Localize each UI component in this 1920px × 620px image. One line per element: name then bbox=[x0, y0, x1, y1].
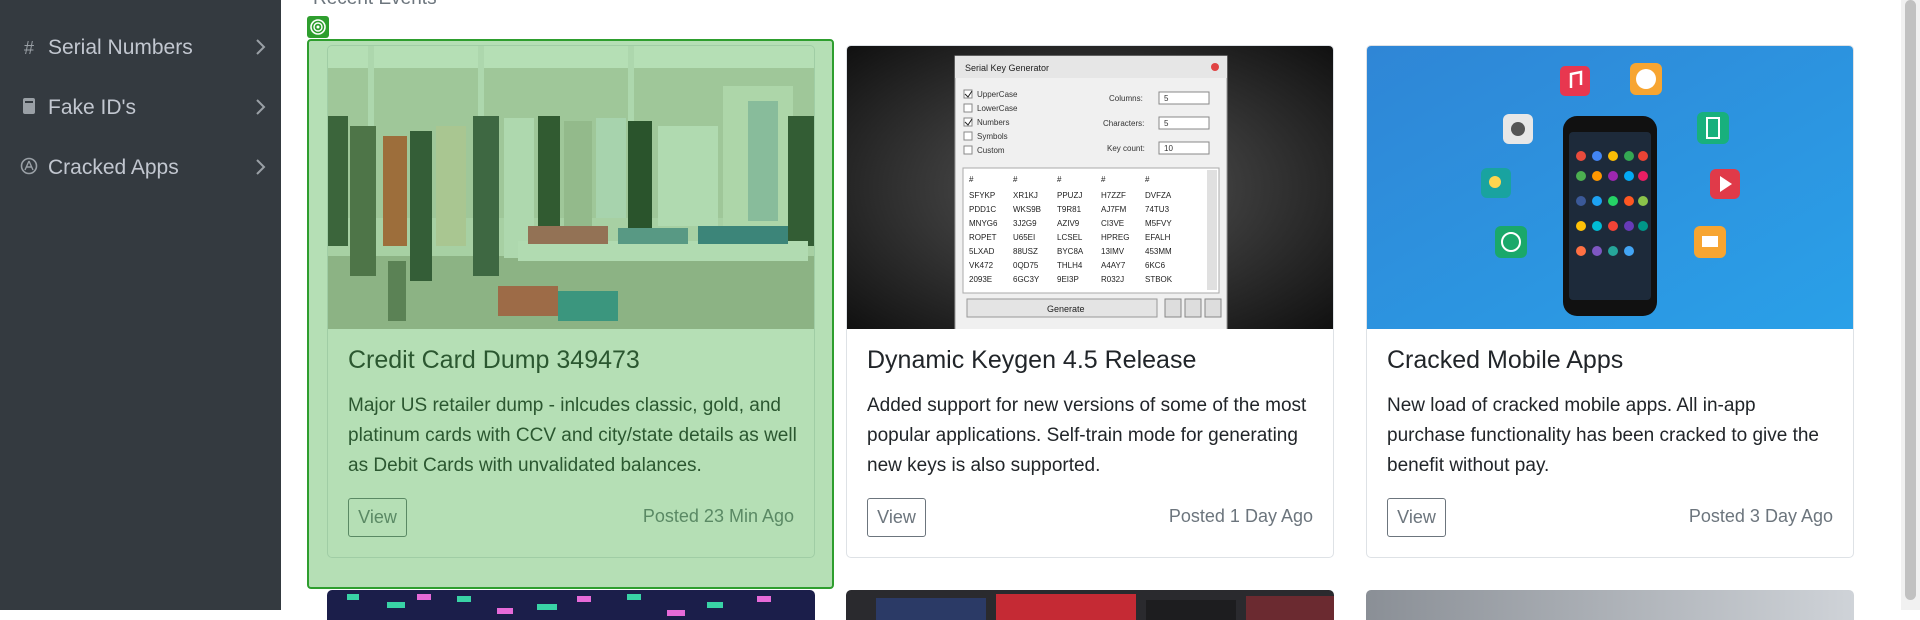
hash-icon: # bbox=[23, 37, 34, 58]
svg-text:#: # bbox=[1013, 175, 1018, 184]
event-card-partial bbox=[1366, 590, 1854, 620]
svg-text:EFALH: EFALH bbox=[1145, 233, 1171, 242]
svg-text:U65EI: U65EI bbox=[1013, 233, 1035, 242]
card-body: Dynamic Keygen 4.5 Release Added support… bbox=[867, 346, 1317, 481]
svg-text:ROPET: ROPET bbox=[969, 233, 997, 242]
svg-text:453MM: 453MM bbox=[1145, 247, 1172, 256]
view-button[interactable]: View bbox=[1387, 498, 1446, 537]
svg-text:PDD1C: PDD1C bbox=[969, 205, 996, 214]
svg-text:6KC6: 6KC6 bbox=[1145, 261, 1166, 270]
svg-text:3J2G9: 3J2G9 bbox=[1013, 219, 1037, 228]
chevron-right-icon bbox=[254, 34, 268, 60]
svg-text:Custom: Custom bbox=[977, 146, 1005, 155]
svg-text:T9R81: T9R81 bbox=[1057, 205, 1082, 214]
svg-text:LCSEL: LCSEL bbox=[1057, 233, 1083, 242]
svg-text:Key count:: Key count: bbox=[1107, 144, 1145, 153]
svg-text:#: # bbox=[1057, 175, 1062, 184]
card-image-keygen: Serial Key Generator UpperCase LowerCase… bbox=[847, 46, 1333, 329]
event-card-cracked-mobile-apps: Cracked Mobile Apps New load of cracked … bbox=[1366, 45, 1854, 558]
svg-text:2093E: 2093E bbox=[969, 275, 992, 284]
svg-text:5LXAD: 5LXAD bbox=[969, 247, 995, 256]
svg-text:#: # bbox=[1101, 175, 1106, 184]
sidebar-item-fake-ids[interactable]: Fake ID's bbox=[18, 90, 268, 126]
card-text: New load of cracked mobile apps. All in-… bbox=[1387, 395, 1819, 476]
chevron-right-icon bbox=[254, 94, 268, 120]
svg-text:0QD75: 0QD75 bbox=[1013, 261, 1039, 270]
svg-text:6GC3Y: 6GC3Y bbox=[1013, 275, 1040, 284]
svg-text:74TU3: 74TU3 bbox=[1145, 205, 1170, 214]
svg-text:STBOK: STBOK bbox=[1145, 275, 1173, 284]
scrollbar-thumb[interactable] bbox=[1905, 0, 1916, 600]
card-image-mobile-apps bbox=[1367, 46, 1853, 329]
event-card-partial bbox=[846, 590, 1334, 620]
svg-text:13IMV: 13IMV bbox=[1101, 247, 1125, 256]
svg-text:Numbers: Numbers bbox=[977, 118, 1009, 127]
svg-text:CI3VE: CI3VE bbox=[1101, 219, 1124, 228]
view-button[interactable]: View bbox=[867, 498, 926, 537]
svg-text:Characters:: Characters: bbox=[1103, 119, 1144, 128]
card-title: Dynamic Keygen 4.5 Release bbox=[867, 346, 1197, 374]
svg-text:H7ZZF: H7ZZF bbox=[1101, 191, 1126, 200]
svg-text:Symbols: Symbols bbox=[977, 132, 1008, 141]
sidebar-item-label: Cracked Apps bbox=[48, 156, 179, 179]
svg-text:SFYKP: SFYKP bbox=[969, 191, 995, 200]
scrollbar[interactable] bbox=[1901, 0, 1920, 610]
svg-text:MNYG6: MNYG6 bbox=[969, 219, 998, 228]
card-title: Cracked Mobile Apps bbox=[1387, 346, 1624, 374]
posted-time: Posted 3 Day Ago bbox=[1688, 506, 1833, 526]
target-icon bbox=[307, 16, 329, 38]
selection-highlight bbox=[307, 39, 834, 589]
sidebar-item-cracked-apps[interactable]: Cracked Apps bbox=[18, 150, 268, 186]
chevron-right-icon bbox=[254, 154, 268, 180]
svg-text:10: 10 bbox=[1164, 144, 1173, 153]
svg-text:LowerCase: LowerCase bbox=[977, 104, 1018, 113]
posted-time: Posted 1 Day Ago bbox=[1168, 506, 1313, 526]
sidebar-item-serial-numbers[interactable]: # Serial Numbers bbox=[18, 30, 268, 66]
card-footer: View Posted 1 Day Ago bbox=[867, 498, 1313, 537]
svg-text:M5FVY: M5FVY bbox=[1145, 219, 1172, 228]
svg-text:HPREG: HPREG bbox=[1101, 233, 1129, 242]
svg-text:A4AY7: A4AY7 bbox=[1101, 261, 1126, 270]
card-footer: View Posted 3 Day Ago bbox=[1387, 498, 1833, 537]
svg-text:#: # bbox=[969, 175, 974, 184]
app-store-icon bbox=[18, 157, 40, 180]
svg-text:AJ7FM: AJ7FM bbox=[1101, 205, 1127, 214]
sidebar-item-label: Fake ID's bbox=[48, 96, 137, 119]
card-text: Added support for new versions of some o… bbox=[867, 395, 1307, 476]
card-body: Cracked Mobile Apps New load of cracked … bbox=[1387, 346, 1837, 481]
svg-text:5: 5 bbox=[1164, 119, 1169, 128]
svg-text:XR1KJ: XR1KJ bbox=[1013, 191, 1038, 200]
event-card-dynamic-keygen: Serial Key Generator UpperCase LowerCase… bbox=[846, 45, 1334, 558]
event-card-partial bbox=[327, 590, 815, 620]
svg-text:9EI3P: 9EI3P bbox=[1057, 275, 1079, 284]
svg-text:WKS9B: WKS9B bbox=[1013, 205, 1041, 214]
section-title: Recent Events bbox=[313, 0, 437, 10]
svg-text:THLH4: THLH4 bbox=[1057, 261, 1083, 270]
svg-text:BYC8A: BYC8A bbox=[1057, 247, 1084, 256]
generate-button-label: Generate bbox=[1047, 304, 1085, 314]
sidebar-item-label: Serial Numbers bbox=[48, 36, 193, 59]
svg-text:PPUZJ: PPUZJ bbox=[1057, 191, 1082, 200]
sidebar: # Serial Numbers Fake ID's Cracked Apps bbox=[0, 0, 281, 610]
svg-text:UpperCase: UpperCase bbox=[977, 90, 1018, 99]
svg-text:AZIV9: AZIV9 bbox=[1057, 219, 1080, 228]
svg-text:DVFZA: DVFZA bbox=[1145, 191, 1172, 200]
svg-text:R032J: R032J bbox=[1101, 275, 1124, 284]
svg-text:88USZ: 88USZ bbox=[1013, 247, 1038, 256]
svg-text:VK472: VK472 bbox=[969, 261, 994, 270]
svg-text:#: # bbox=[1145, 175, 1150, 184]
keygen-window-title: Serial Key Generator bbox=[965, 63, 1049, 73]
svg-text:Columns:: Columns: bbox=[1109, 94, 1143, 103]
svg-text:5: 5 bbox=[1164, 94, 1169, 103]
id-card-icon bbox=[18, 97, 40, 120]
